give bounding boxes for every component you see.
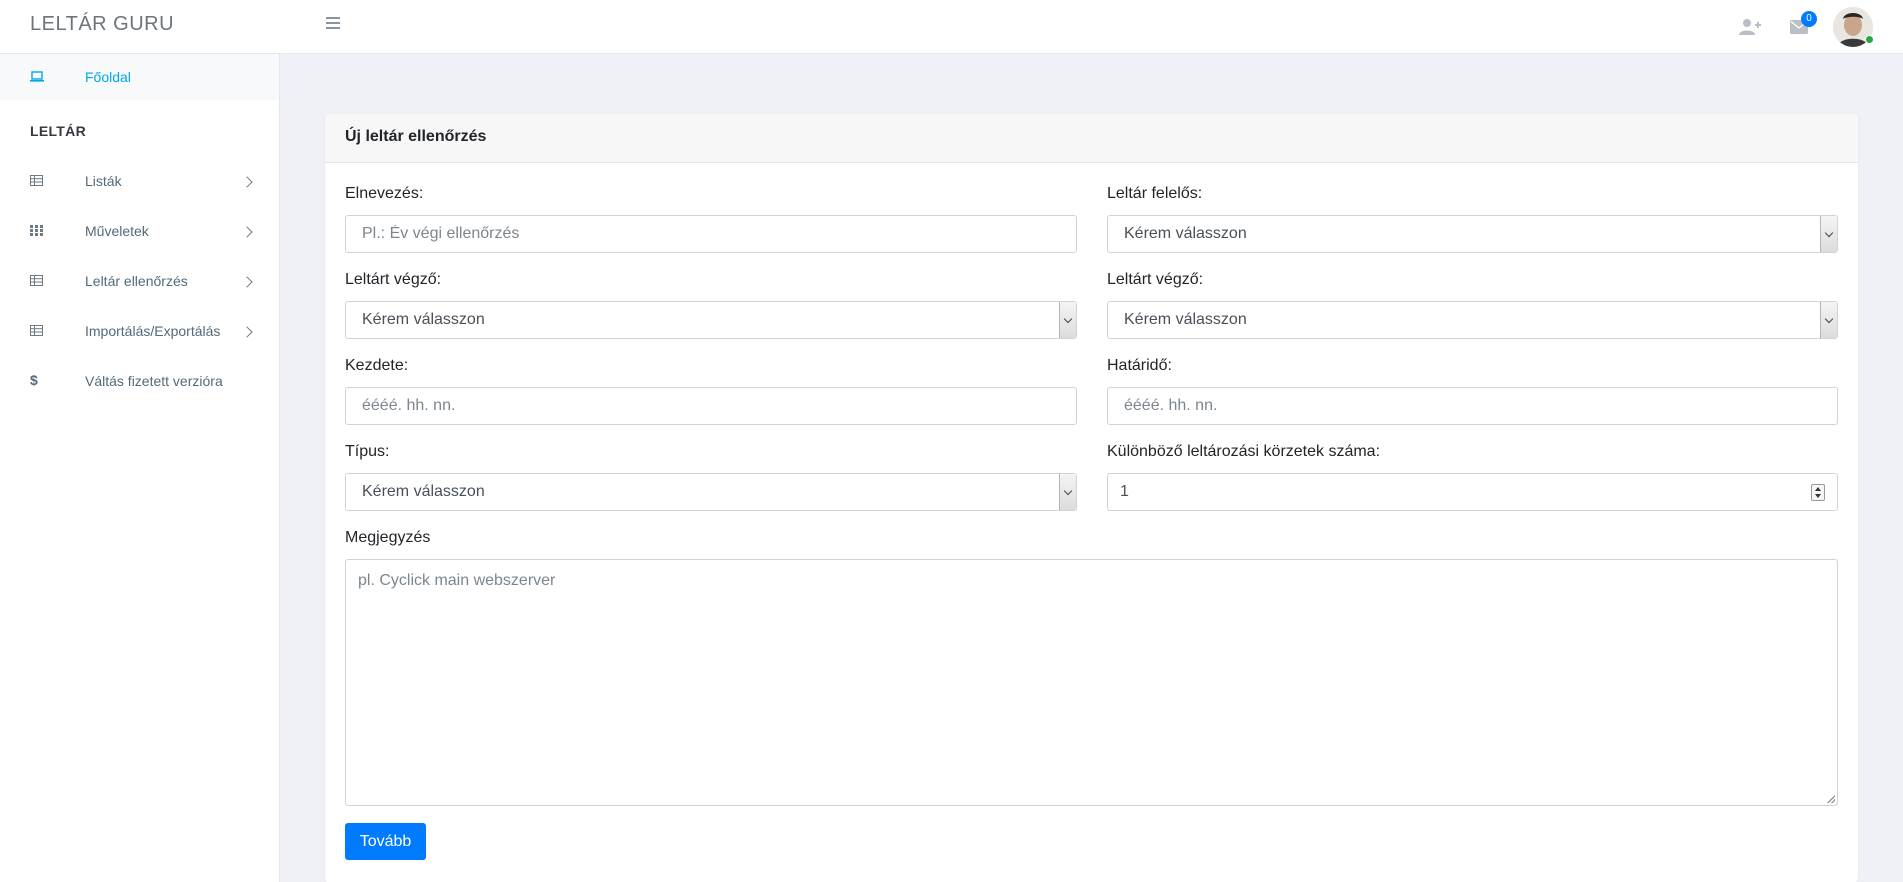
table-icon xyxy=(30,325,43,336)
responsible-selected-value: Kérem válasszon xyxy=(1124,225,1247,242)
sidebar-item-lists[interactable]: Listák xyxy=(0,158,279,208)
chevron-right-icon xyxy=(241,276,253,288)
sidebar-item-import-export[interactable]: Importálás/Exportálás xyxy=(0,308,279,358)
chevron-right-icon xyxy=(241,176,253,188)
responsible-label: Leltár felelős: xyxy=(1107,185,1203,202)
card-title: Új leltár ellenőrzés xyxy=(325,114,1858,163)
mail-count-badge: 0 xyxy=(1801,11,1817,27)
sidebar-item-operations[interactable]: Műveletek xyxy=(0,208,279,258)
table-icon xyxy=(30,175,43,186)
top-navbar: LELTÁR GURU 0 xyxy=(0,0,1903,54)
sidebar-section-title: LELTÁR xyxy=(30,123,86,139)
name-label: Elnevezés: xyxy=(345,185,424,202)
type-label: Típus: xyxy=(345,443,390,460)
performer-second-label: Leltárt végző: xyxy=(1107,271,1204,288)
deadline-label: Határidő: xyxy=(1107,357,1172,374)
zones-count-value: 1 xyxy=(1120,483,1129,500)
name-input[interactable] xyxy=(345,215,1077,253)
type-selected-value: Kérem válasszon xyxy=(362,483,485,500)
chevron-down-icon xyxy=(1820,302,1837,338)
zones-count-label: Különböző leltározási körzetek száma: xyxy=(1107,443,1381,460)
chevron-right-icon xyxy=(241,326,253,338)
chevron-down-icon xyxy=(1059,302,1076,338)
start-date-label: Kezdete: xyxy=(345,357,409,374)
grid-icon xyxy=(30,225,43,236)
deadline-placeholder: éééé. hh. nn. xyxy=(1124,397,1218,414)
start-date-placeholder: éééé. hh. nn. xyxy=(362,397,456,414)
sidebar-item-label: Listák xyxy=(85,173,122,189)
performer-second-selected-value: Kérem válasszon xyxy=(1124,311,1247,328)
sidebar-item-label: Váltás fizetett verzióra xyxy=(85,373,223,389)
note-textarea[interactable] xyxy=(345,559,1838,806)
number-stepper[interactable] xyxy=(1811,484,1825,501)
chevron-down-icon xyxy=(1059,474,1076,510)
performer-select[interactable]: Kérem válasszon xyxy=(345,301,1077,339)
chevron-down-icon xyxy=(1820,216,1837,252)
type-select[interactable]: Kérem válasszon xyxy=(345,473,1077,511)
online-status-dot xyxy=(1865,35,1874,44)
table-icon xyxy=(30,275,43,286)
responsible-select[interactable]: Kérem válasszon xyxy=(1107,215,1838,253)
sidebar-item-label: Műveletek xyxy=(85,223,149,239)
continue-button[interactable]: Tovább xyxy=(345,823,426,860)
add-user-icon[interactable] xyxy=(1739,18,1761,36)
menu-toggle-icon[interactable] xyxy=(326,17,340,31)
note-label: Megjegyzés xyxy=(345,529,431,546)
brand-logo[interactable]: LELTÁR GURU xyxy=(30,13,174,36)
sidebar-item-label: Importálás/Exportálás xyxy=(85,323,221,339)
sidebar-item-inventory-check[interactable]: Leltár ellenőrzés xyxy=(0,258,279,308)
zones-count-input[interactable]: 1 xyxy=(1107,473,1838,511)
performer-selected-value: Kérem válasszon xyxy=(362,311,485,328)
chevron-right-icon xyxy=(241,226,253,238)
start-date-input[interactable]: éééé. hh. nn. xyxy=(345,387,1077,425)
sidebar-item-home[interactable]: Főoldal xyxy=(0,54,279,100)
sidebar-item-upgrade[interactable]: $ Váltás fizetett verzióra xyxy=(0,358,279,408)
resize-handle-icon[interactable] xyxy=(1827,795,1835,803)
laptop-icon xyxy=(30,71,44,82)
sidebar-home-label: Főoldal xyxy=(85,69,131,85)
sidebar-item-label: Leltár ellenőrzés xyxy=(85,273,188,289)
deadline-input[interactable]: éééé. hh. nn. xyxy=(1107,387,1838,425)
dollar-icon: $ xyxy=(30,372,38,388)
performer-second-select[interactable]: Kérem válasszon xyxy=(1107,301,1838,339)
sidebar: Főoldal LELTÁR Listák Műveletek Leltár e… xyxy=(0,54,280,882)
performer-label: Leltárt végző: xyxy=(345,271,442,288)
